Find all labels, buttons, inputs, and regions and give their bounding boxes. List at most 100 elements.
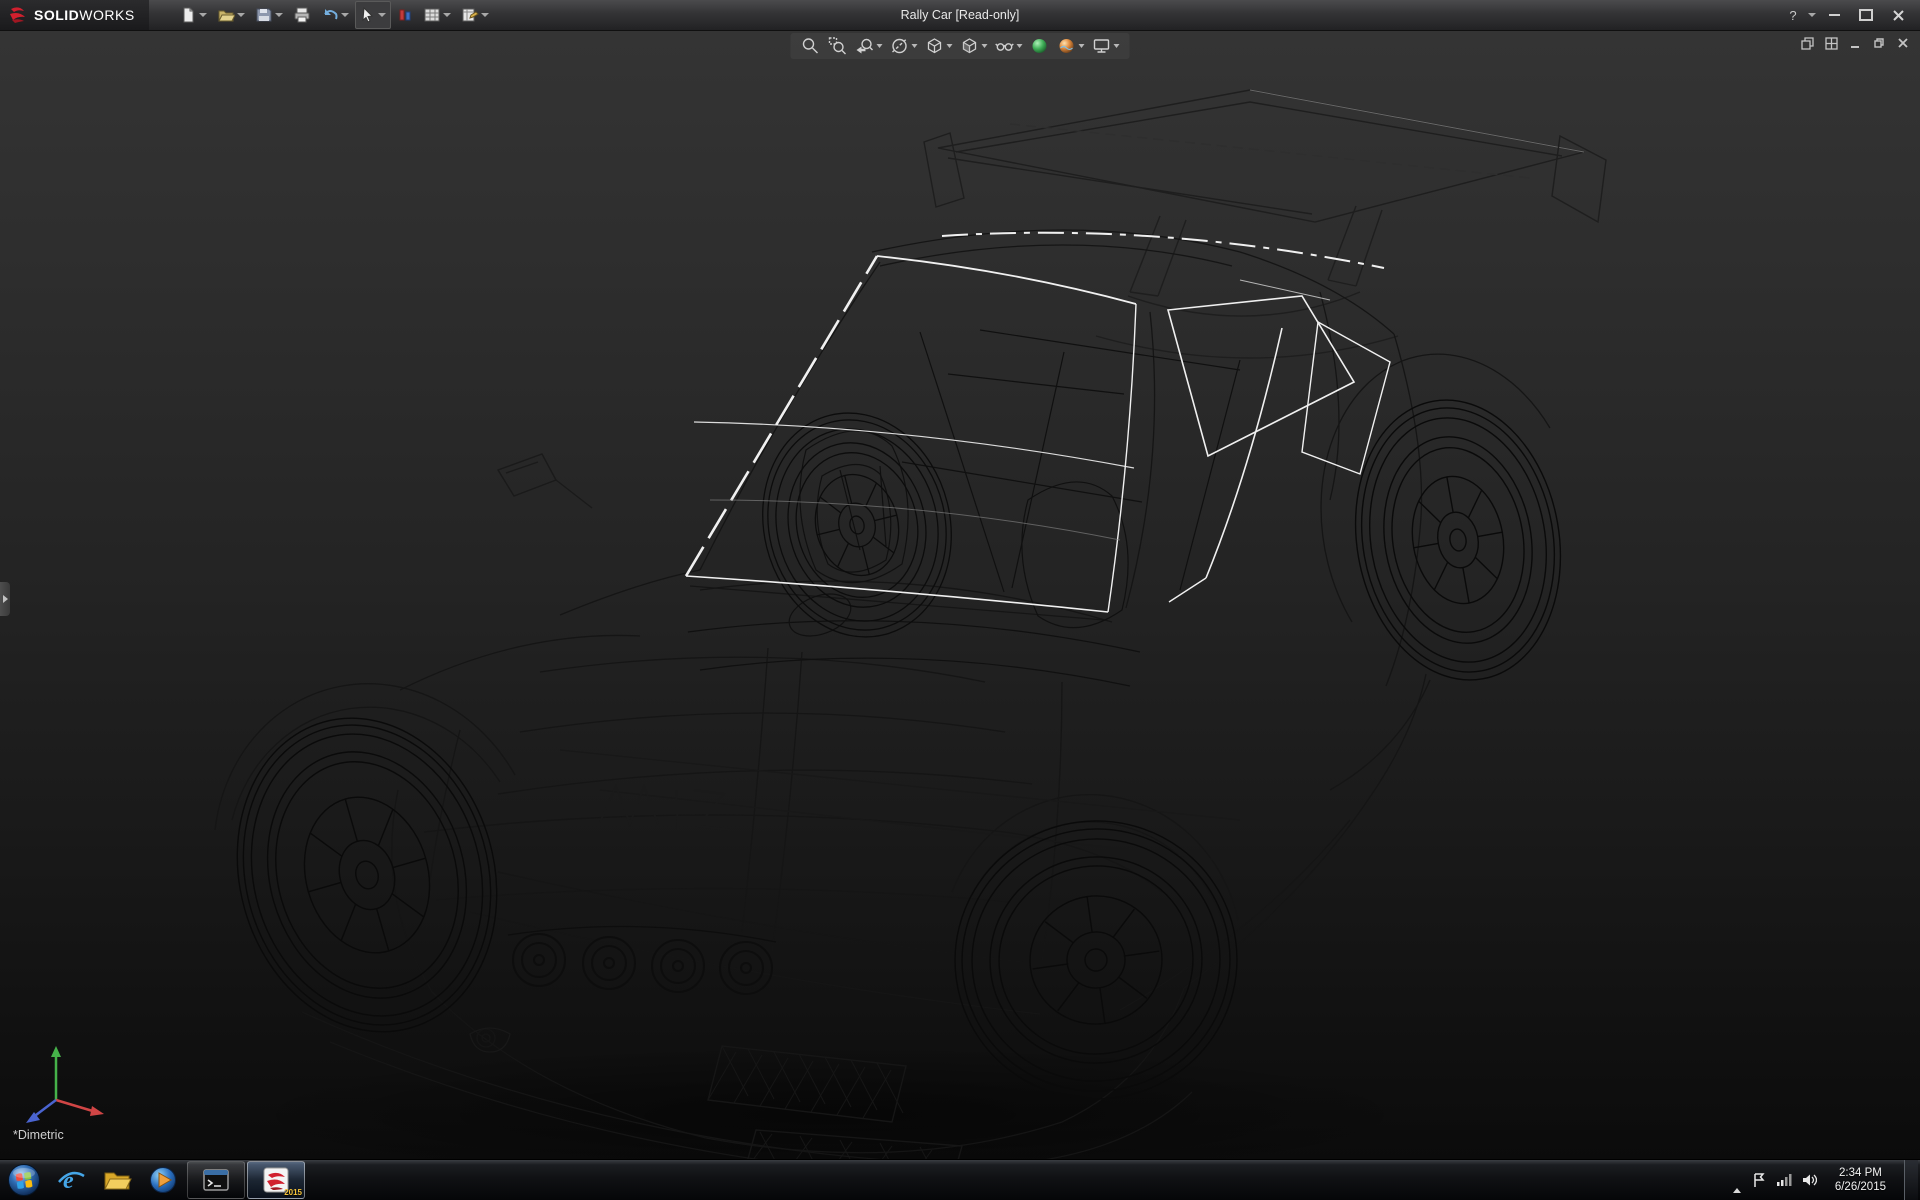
show-desktop-button[interactable] [1904, 1160, 1918, 1200]
edit-appearance-icon [1030, 36, 1050, 56]
tray-icons [1751, 1172, 1817, 1188]
previous-view-icon [855, 36, 875, 56]
display-style-button[interactable] [958, 35, 990, 57]
cascade-windows-button[interactable] [1798, 35, 1816, 51]
taskbar-item-command-prompt[interactable] [187, 1161, 245, 1199]
options-table-button[interactable] [457, 2, 493, 28]
flyout-arrow-icon [3, 595, 8, 603]
apply-scene-caret[interactable] [1079, 44, 1085, 48]
network-status-icon[interactable] [1776, 1172, 1792, 1188]
undo-button[interactable] [317, 2, 353, 28]
view-orientation-caret[interactable] [947, 44, 953, 48]
restore-document-button[interactable] [1870, 35, 1888, 51]
print-button[interactable] [289, 2, 315, 28]
brand-text: SOLIDWORKS [34, 7, 135, 23]
show-hidden-icons-button[interactable] [1733, 1171, 1741, 1189]
taskbar-item-internet-explorer[interactable]: e [48, 1160, 94, 1200]
sheet-format-icon [423, 6, 441, 24]
section-view-caret[interactable] [912, 44, 918, 48]
previous-view-button[interactable] [853, 35, 885, 57]
save-icon [255, 6, 273, 24]
car-body[interactable] [215, 230, 1550, 1160]
taskbar-item-solidworks-2015[interactable]: 2015 [247, 1161, 305, 1199]
minimize-button[interactable] [1820, 4, 1848, 26]
clock-time: 2:34 PM [1835, 1166, 1886, 1180]
feature-panel-flyout-tab[interactable] [0, 582, 10, 616]
apply-scene-button[interactable] [1055, 35, 1087, 57]
solidworks-logo-icon [8, 5, 28, 25]
save-caret[interactable] [275, 13, 283, 17]
heads-up-view-toolbar [791, 33, 1130, 59]
front-right-wheel[interactable] [739, 393, 974, 657]
command-prompt-icon [202, 1166, 230, 1194]
section-view-button[interactable] [888, 35, 920, 57]
edit-appearance-button[interactable] [1028, 35, 1052, 57]
close-button[interactable] [1884, 4, 1912, 26]
clock-date: 6/26/2015 [1835, 1180, 1886, 1194]
zoom-to-area-icon [828, 36, 848, 56]
view-settings-caret[interactable] [1114, 44, 1120, 48]
zoom-to-area-button[interactable] [826, 35, 850, 57]
zoom-to-fit-button[interactable] [799, 35, 823, 57]
select-caret[interactable] [378, 13, 386, 17]
taskbar: e [0, 1159, 1920, 1200]
taskbar-item-windows-explorer[interactable] [94, 1160, 140, 1200]
undo-icon [321, 6, 339, 24]
tile-windows-button[interactable] [1822, 35, 1840, 51]
maximize-button[interactable] [1852, 4, 1880, 26]
front-left-wheel[interactable] [201, 687, 533, 1063]
interior-rollcage[interactable] [688, 330, 1240, 686]
minimize-document-button[interactable] [1846, 35, 1864, 51]
open-document-caret[interactable] [237, 13, 245, 17]
open-document-button[interactable] [213, 2, 249, 28]
headlights[interactable] [508, 926, 776, 994]
view-settings-icon [1092, 36, 1112, 56]
close-document-button[interactable] [1894, 35, 1912, 51]
media-player-icon [148, 1165, 178, 1195]
new-document-caret[interactable] [199, 13, 207, 17]
new-document-button[interactable] [175, 2, 211, 28]
new-document-icon [179, 6, 197, 24]
highlighted-edges[interactable] [686, 233, 1390, 612]
options-table-caret[interactable] [481, 13, 489, 17]
graphics-area[interactable]: *Dimetric [0, 30, 1920, 1160]
help-caret[interactable] [1808, 13, 1816, 17]
close-document-icon [1897, 37, 1909, 49]
sheet-format-button[interactable] [419, 2, 455, 28]
display-style-caret[interactable] [982, 44, 988, 48]
taskbar-item-media-player[interactable] [140, 1160, 186, 1200]
volume-icon[interactable] [1801, 1172, 1817, 1188]
view-orientation-label: *Dimetric [13, 1128, 64, 1142]
help-button[interactable]: ? [1782, 8, 1804, 23]
titlebar-toolbar [175, 1, 493, 29]
previous-view-caret[interactable] [877, 44, 883, 48]
select-button[interactable] [355, 1, 391, 29]
print-icon [293, 6, 311, 24]
orientation-triad [18, 1032, 118, 1132]
undo-caret[interactable] [341, 13, 349, 17]
sheet-format-caret[interactable] [443, 13, 451, 17]
system-tray: 2:34 PM 6/26/2015 [1733, 1160, 1920, 1200]
rear-wing[interactable] [924, 90, 1606, 358]
model-canvas[interactable] [0, 30, 1920, 1160]
side-mirror[interactable] [498, 454, 592, 508]
save-button[interactable] [251, 2, 287, 28]
hide-show-items-button[interactable] [993, 35, 1025, 57]
hide-show-items-caret[interactable] [1017, 44, 1023, 48]
solidworks-brand: SOLIDWORKS [0, 0, 149, 30]
view-orientation-button[interactable] [923, 35, 955, 57]
minimize-document-icon [1849, 37, 1861, 49]
select-cursor-icon [360, 7, 376, 23]
hide-show-items-icon [995, 36, 1015, 56]
document-window-controls [1798, 35, 1912, 51]
taskbar-clock[interactable]: 2:34 PM 6/26/2015 [1827, 1166, 1894, 1194]
start-button[interactable] [0, 1160, 48, 1200]
titlebar-right-controls: ? [1782, 4, 1920, 26]
action-center-flag-icon[interactable] [1751, 1172, 1767, 1188]
cascade-windows-icon [1801, 37, 1814, 50]
windows-start-icon [7, 1163, 41, 1197]
reference-style-button[interactable] [393, 2, 417, 28]
tile-windows-icon [1825, 37, 1838, 50]
view-settings-button[interactable] [1090, 35, 1122, 57]
display-style-icon [960, 36, 980, 56]
